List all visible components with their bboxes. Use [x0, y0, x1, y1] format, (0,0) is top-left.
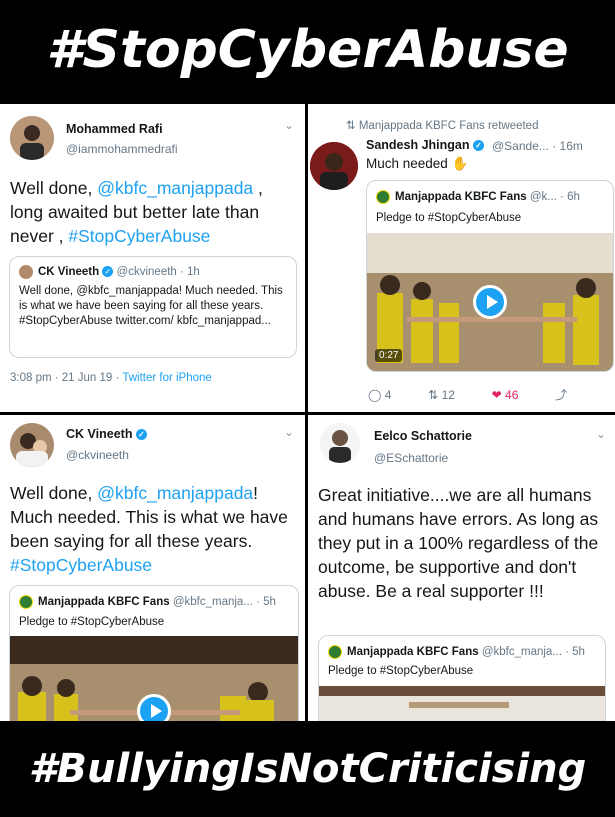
video-frame	[319, 686, 605, 721]
quote-avatar	[376, 190, 390, 204]
quoted-tweet[interactable]: Manjappada KBFC Fans @kbfc_manja... · 5h…	[318, 635, 606, 721]
quote-author-handle: @kbfc_manja... · 5h	[481, 646, 585, 658]
like-count: 46	[505, 388, 519, 402]
quote-author-handle: @k... · 6h	[529, 191, 580, 203]
author-name[interactable]: CK Vineeth ✓	[66, 427, 147, 441]
hashtag-link[interactable]: #StopCyberAbuse	[68, 226, 210, 246]
author-handle[interactable]: @ESchattorie	[374, 451, 448, 465]
quote-author-name: Manjappada KBFC Fans	[38, 596, 170, 608]
retweet-label: Manjappada KBFC Fans retweeted	[358, 120, 539, 132]
video-thumbnail[interactable]	[319, 686, 605, 721]
quote-author-name: Manjappada KBFC Fans	[395, 191, 527, 203]
avatar[interactable]	[10, 116, 54, 160]
bottom-hashtag-banner: #BullyingIsNotCriticising	[28, 746, 587, 792]
clap-emoji-icon: ✋	[451, 156, 469, 171]
author-handle[interactable]: @ckvineeth	[66, 448, 129, 462]
retweet-icon[interactable]: ⇅	[428, 388, 438, 402]
quote-author-name: Manjappada KBFC Fans	[347, 646, 479, 658]
quote-text: Well done, @kbfc_manjappada! Much needed…	[19, 285, 283, 327]
tweet-ck-vineeth[interactable]: CK Vineeth ✓ @ckvineeth ⌄ Well done, @kb…	[0, 415, 305, 721]
quoted-tweet[interactable]: Manjappada KBFC Fans @kbfc_manja... · 5h…	[9, 585, 299, 721]
reply-count: 4	[384, 388, 392, 402]
quote-header: Manjappada KBFC Fans @kbfc_manja... · 5h	[347, 646, 585, 658]
author-name[interactable]: Eelco Schattorie	[374, 429, 472, 443]
chevron-down-icon[interactable]: ⌄	[596, 427, 606, 441]
retweet-indicator: ⇅ Manjappada KBFC Fans retweeted	[346, 118, 538, 132]
video-thumbnail[interactable]: 0:27	[367, 233, 613, 371]
tweet-text: Well done, @kbfc_manjappada! Much needed…	[10, 481, 294, 577]
tweet-text: Well done, @kbfc_manjappada , long await…	[10, 176, 290, 248]
verified-badge-icon: ✓	[472, 140, 484, 152]
tweet-eelco-schattorie[interactable]: Eelco Schattorie @ESchattorie ⌄ Great in…	[308, 415, 615, 721]
mention-link[interactable]: @kbfc_manjappada	[97, 178, 253, 198]
retweet-icon: ⇅	[346, 120, 356, 132]
quote-text: Pledge to #StopCyberAbuse	[376, 212, 522, 224]
quote-author-handle: @kbfc_manja... · 5h	[172, 596, 276, 608]
chevron-down-icon[interactable]: ⌄	[284, 118, 294, 132]
tweet-collage: Mohammed Rafi @iammohammedrafi ⌄ Well do…	[0, 104, 615, 721]
play-icon[interactable]	[137, 694, 171, 721]
quote-avatar	[328, 645, 342, 659]
quote-text: Pledge to #StopCyberAbuse	[19, 616, 165, 628]
top-hashtag-banner: #StopCyberAbuse	[46, 20, 569, 80]
author-handle[interactable]: @iammohammedrafi	[66, 142, 178, 156]
mention-link[interactable]: @kbfc_manjappada	[97, 483, 253, 503]
author-name-text: Sandesh Jhingan	[366, 138, 470, 152]
quote-header: Manjappada KBFC Fans @kbfc_manja... · 5h	[38, 596, 276, 608]
tweet-meta: 3:08 pm · 21 Jun 19 · Twitter for iPhone	[10, 372, 212, 384]
hashtag-link[interactable]: #StopCyberAbuse	[10, 555, 152, 575]
avatar-image	[310, 142, 358, 190]
tweet-timestamp: 3:08 pm · 21 Jun 19 ·	[10, 372, 123, 384]
quoted-tweet[interactable]: CK Vineeth ✓ @ckvineeth · 1h Well done, …	[9, 256, 297, 358]
tweet-source-link[interactable]: Twitter for iPhone	[122, 372, 211, 384]
video-thumbnail[interactable]	[10, 636, 298, 721]
avatar[interactable]	[320, 423, 360, 463]
avatar-image	[320, 423, 360, 463]
reply-icon[interactable]: ◯	[368, 388, 381, 402]
chevron-down-icon[interactable]: ⌄	[284, 425, 294, 439]
avatar-image	[10, 116, 54, 160]
tweet-text-part: Well done,	[10, 178, 98, 198]
avatar-image	[10, 423, 54, 467]
verified-badge-icon: ✓	[135, 429, 147, 441]
quote-avatar	[19, 265, 33, 279]
author-name[interactable]: Mohammed Rafi	[66, 122, 163, 136]
quote-header: CK Vineeth ✓ @ckvineeth · 1h	[38, 266, 200, 278]
like-icon[interactable]: ❤	[492, 388, 502, 402]
play-icon[interactable]	[473, 285, 507, 319]
quote-avatar	[19, 595, 33, 609]
author-handle[interactable]: @Sande... · 16m	[492, 139, 583, 153]
verified-badge-icon: ✓	[102, 266, 114, 278]
avatar[interactable]	[10, 423, 54, 467]
tweet-mohammed-rafi[interactable]: Mohammed Rafi @iammohammedrafi ⌄ Well do…	[0, 104, 305, 412]
tweet-sandesh-jhingan[interactable]: ⇅ Manjappada KBFC Fans retweeted Sandesh…	[308, 104, 615, 412]
quote-author-handle: @ckvineeth · 1h	[116, 266, 200, 278]
tweet-text-part: Much needed	[366, 156, 448, 171]
quote-text: Pledge to #StopCyberAbuse	[328, 665, 474, 677]
avatar[interactable]	[310, 142, 358, 190]
quoted-tweet[interactable]: Manjappada KBFC Fans @k... · 6h Pledge t…	[366, 180, 614, 372]
tweet-text: Great initiative....we are all humans an…	[318, 485, 599, 601]
retweet-count: 12	[441, 388, 455, 402]
tweet-text: Much needed ✋	[366, 152, 606, 176]
author-name[interactable]: Sandesh Jhingan ✓	[366, 138, 484, 152]
video-duration: 0:27	[375, 349, 403, 362]
quote-header: Manjappada KBFC Fans @k... · 6h	[395, 191, 580, 203]
tweet-text-part: Well done,	[10, 483, 98, 503]
share-icon[interactable]: ⤴	[555, 388, 567, 402]
tweet-actions: ◯ 4 ⇅ 12 ❤ 46 ⤴	[368, 386, 608, 403]
quote-author-name: CK Vineeth	[38, 266, 100, 278]
author-name-text: CK Vineeth	[66, 427, 133, 441]
